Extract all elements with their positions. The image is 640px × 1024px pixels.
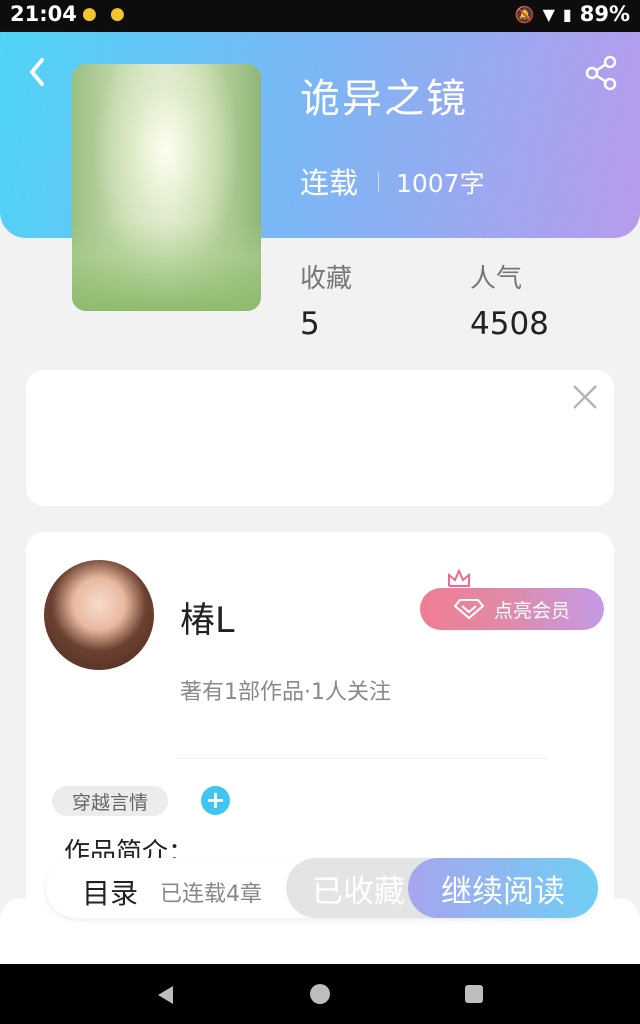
divider [176, 758, 548, 759]
book-cover[interactable] [72, 64, 261, 311]
close-icon[interactable] [570, 382, 600, 412]
notification-icon: ● [82, 4, 97, 24]
book-title: 诡异之镜 [300, 76, 468, 122]
battery-icon: ▮ [562, 4, 572, 24]
status-right: 🔕 ▼ ▮ 89% [515, 2, 630, 26]
vip-button[interactable]: 点亮会员 [420, 588, 604, 630]
crown-icon [448, 568, 470, 587]
avatar[interactable] [44, 560, 154, 670]
ad-card [26, 370, 614, 506]
status-time: 21:04 [10, 2, 77, 26]
author-info: 著有1部作品·1人关注 [180, 680, 391, 705]
status-bar: 21:04 ● ● 🔕 ▼ ▮ 89% [0, 0, 640, 32]
notification-icon: ● [110, 4, 125, 24]
share-icon[interactable] [584, 54, 618, 92]
chevron-left-icon[interactable] [22, 52, 52, 92]
toc-button[interactable]: 目录 [82, 872, 138, 912]
plus-icon[interactable]: + [201, 786, 230, 815]
collect-label: 收藏 [300, 264, 353, 294]
word-count: 1007字 [396, 169, 485, 198]
popularity-label: 人气 [470, 264, 523, 294]
diamond-icon [453, 599, 484, 620]
action-bar: 目录 已连载4章 已收藏 继续阅读 [46, 858, 598, 918]
vip-button-label: 点亮会员 [493, 599, 570, 622]
popularity-value: 4508 [470, 306, 549, 342]
nav-back-icon[interactable] [155, 984, 177, 1006]
chapter-count: 已连载4章 [160, 882, 262, 907]
system-nav-bar [0, 964, 640, 1024]
genre-tag[interactable]: 穿越言情 [52, 786, 168, 816]
wifi-icon: ▼ [542, 4, 555, 24]
nav-home-icon[interactable] [310, 984, 330, 1004]
nav-recents-icon[interactable] [465, 985, 483, 1003]
collect-value: 5 [300, 306, 320, 342]
book-state: 连载 [300, 166, 359, 200]
battery-level: 89% [579, 2, 630, 26]
author-name[interactable]: 椿L [180, 592, 235, 643]
divider [378, 172, 379, 192]
mute-icon: 🔕 [514, 4, 535, 24]
continue-reading-button[interactable]: 继续阅读 [408, 858, 598, 918]
